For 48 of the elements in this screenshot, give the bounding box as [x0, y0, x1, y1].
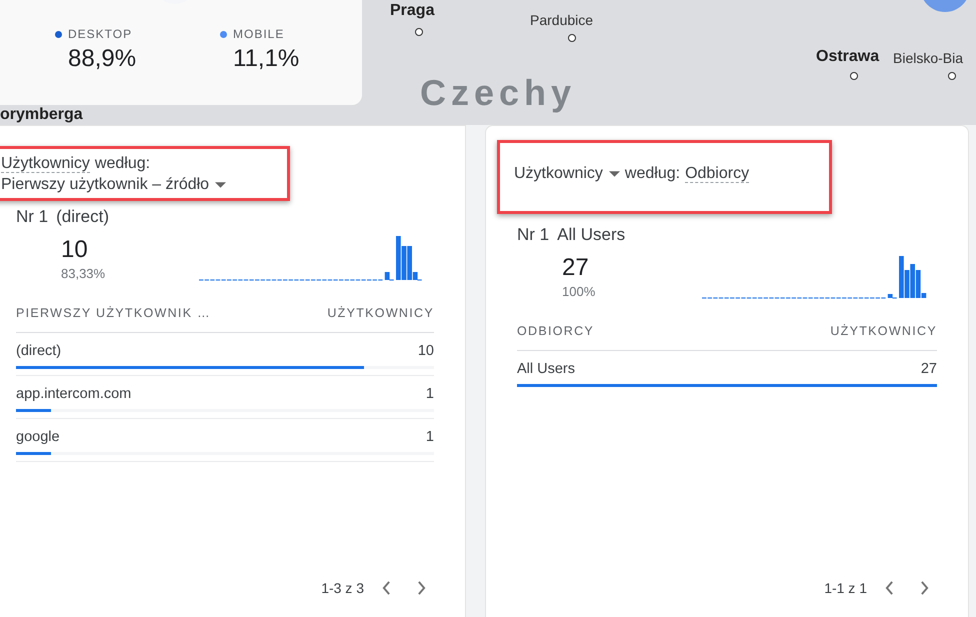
device-share: 11,1%	[233, 45, 300, 73]
table-cell: 1	[426, 429, 434, 445]
map-label: Pardubice	[530, 12, 594, 28]
chevron-left-icon	[382, 581, 391, 595]
device-label: MOBILE	[233, 27, 284, 41]
rank-label: Nr 1	[16, 207, 48, 227]
table-cell: All Users	[517, 361, 576, 377]
top-value: 10	[61, 236, 89, 264]
table-cell: app.intercom.com	[16, 386, 132, 402]
chevron-right-icon	[417, 581, 426, 595]
map-label: Ostrawa	[816, 48, 880, 66]
caret-icon	[608, 171, 620, 177]
dimension-dropdown[interactable]: Pierwszy użytkownik – źródło	[1, 176, 281, 194]
caret-icon	[215, 182, 226, 188]
city-marker-icon	[568, 34, 576, 42]
map-label: Praga	[390, 2, 434, 20]
city-marker-icon	[948, 72, 956, 80]
table-cell: (direct)	[16, 343, 62, 359]
device-label: DESKTOP	[68, 27, 132, 41]
city-marker-icon	[850, 72, 858, 80]
table-cell: google	[16, 429, 60, 445]
by-label: według:	[624, 165, 680, 183]
top-share: 83,33%	[61, 266, 106, 281]
map-label: Bielsko-Bia	[893, 50, 964, 66]
column-header: UŻYTKOWNICY	[327, 306, 434, 320]
chevron-left-icon	[885, 581, 894, 595]
metric-dropdown[interactable]: Użytkownicy	[514, 165, 620, 183]
column-header: ODBIORCY	[517, 324, 594, 338]
pagination-label: 1-3 z 3	[321, 580, 364, 596]
top-share: 100%	[562, 284, 596, 299]
table-cell: 1	[426, 386, 434, 402]
column-header: UŻYTKOWNICY	[830, 324, 937, 338]
device-share: 88,9%	[68, 45, 138, 73]
dimension-dropdown[interactable]: Odbiorcy	[685, 165, 750, 183]
column-header: PIERWSZY UŻYTKOWNIK …	[16, 306, 211, 320]
metric-dropdown[interactable]: Użytkownicy	[1, 155, 90, 173]
top-value: 27	[562, 254, 590, 282]
map-label: Czechy	[420, 72, 576, 114]
chevron-right-icon	[920, 581, 929, 595]
by-label: według:	[94, 155, 150, 173]
map-label: orymberga	[0, 106, 83, 124]
rank-label: Nr 1	[517, 225, 550, 245]
table-cell: 27	[920, 361, 937, 377]
top-item-name: All Users	[557, 225, 626, 245]
table-cell: 10	[418, 343, 434, 359]
pagination-label: 1-1 z 1	[824, 580, 867, 596]
city-marker-icon	[415, 28, 423, 36]
top-item-name: (direct)	[56, 207, 110, 227]
